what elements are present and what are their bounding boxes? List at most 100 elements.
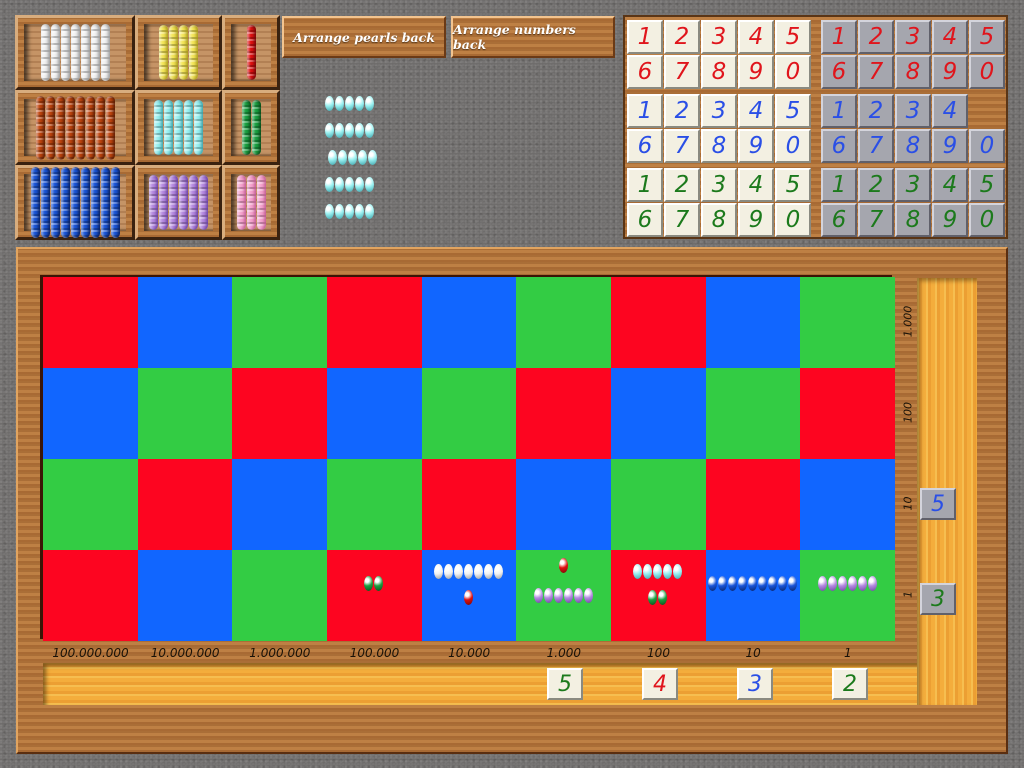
board-cell[interactable] <box>421 550 517 641</box>
bead-bin-brown[interactable] <box>15 90 135 165</box>
number-card-8[interactable]: 8 <box>701 203 737 237</box>
number-card-6[interactable]: 6 <box>627 129 663 163</box>
loose-bead-bar[interactable] <box>325 177 378 192</box>
bead-bin-white[interactable] <box>15 15 135 90</box>
number-card-5[interactable]: 5 <box>775 20 811 54</box>
number-card-8[interactable]: 8 <box>701 55 737 89</box>
board-cell[interactable] <box>705 459 801 550</box>
number-card-8[interactable]: 8 <box>895 203 931 237</box>
number-card-2[interactable]: 2 <box>664 168 700 202</box>
board-cell[interactable] <box>421 277 517 368</box>
board-cell[interactable] <box>232 550 327 641</box>
arrange-numbers-back-button[interactable]: Arrange numbers back <box>451 16 615 58</box>
board-cell[interactable] <box>800 459 895 550</box>
board-cell[interactable] <box>137 459 233 550</box>
bead-bin-dark-blue[interactable] <box>15 165 135 240</box>
bead-bar-1[interactable] <box>558 558 569 573</box>
board-cell[interactable] <box>421 368 517 459</box>
number-card-0[interactable]: 0 <box>969 55 1005 89</box>
board-cell[interactable] <box>326 277 422 368</box>
placed-card-2[interactable]: 2 <box>832 668 868 700</box>
board-cell[interactable] <box>800 277 895 368</box>
number-card-8[interactable]: 8 <box>895 55 931 89</box>
number-card-8[interactable]: 8 <box>701 129 737 163</box>
placed-card-5[interactable]: 5 <box>547 668 583 700</box>
number-card-7[interactable]: 7 <box>664 55 700 89</box>
board-cell[interactable] <box>516 368 611 459</box>
number-card-3[interactable]: 3 <box>701 94 737 128</box>
number-card-9[interactable]: 9 <box>738 129 774 163</box>
number-card-7[interactable]: 7 <box>858 129 894 163</box>
number-card-2[interactable]: 2 <box>858 94 894 128</box>
board-cell[interactable] <box>800 550 895 641</box>
bead-bar-6[interactable] <box>817 576 878 591</box>
number-card-9[interactable]: 9 <box>932 129 968 163</box>
number-card-5[interactable]: 5 <box>969 168 1005 202</box>
board-cell[interactable] <box>516 277 611 368</box>
number-card-2[interactable]: 2 <box>664 94 700 128</box>
number-card-9[interactable]: 9 <box>738 203 774 237</box>
board-cell[interactable] <box>516 459 611 550</box>
bead-bar-5[interactable] <box>633 564 683 579</box>
loose-bead-bar[interactable] <box>325 204 378 219</box>
number-card-6[interactable]: 6 <box>821 55 857 89</box>
number-card-4[interactable]: 4 <box>738 20 774 54</box>
bead-bin-yellow[interactable] <box>135 15 222 90</box>
bead-bar-7[interactable] <box>433 564 504 579</box>
number-card-9[interactable]: 9 <box>932 203 968 237</box>
placed-card-5[interactable]: 5 <box>920 488 956 520</box>
number-card-9[interactable]: 9 <box>932 55 968 89</box>
number-card-4[interactable]: 4 <box>932 168 968 202</box>
board-cell[interactable] <box>705 368 801 459</box>
board-cell[interactable] <box>232 459 327 550</box>
board-cell[interactable] <box>421 459 517 550</box>
number-card-5[interactable]: 5 <box>775 168 811 202</box>
number-card-3[interactable]: 3 <box>701 168 737 202</box>
bead-bin-light-blue[interactable] <box>135 90 222 165</box>
board-cell[interactable] <box>326 368 422 459</box>
board-cell[interactable] <box>610 277 706 368</box>
board-cell[interactable] <box>137 277 233 368</box>
number-card-1[interactable]: 1 <box>821 168 857 202</box>
number-card-1[interactable]: 1 <box>821 20 857 54</box>
number-card-2[interactable]: 2 <box>858 168 894 202</box>
board-cell[interactable] <box>43 550 138 641</box>
bead-bin-lavender[interactable] <box>135 165 222 240</box>
board-cell[interactable] <box>326 550 422 641</box>
board-cell[interactable] <box>326 459 422 550</box>
number-card-4[interactable]: 4 <box>932 94 968 128</box>
number-card-0[interactable]: 0 <box>775 55 811 89</box>
loose-bead-bar[interactable] <box>328 150 378 165</box>
bead-bin-pink[interactable] <box>222 165 280 240</box>
number-card-2[interactable]: 2 <box>664 20 700 54</box>
number-card-6[interactable]: 6 <box>627 203 663 237</box>
number-card-8[interactable]: 8 <box>895 129 931 163</box>
number-card-3[interactable]: 3 <box>701 20 737 54</box>
number-card-0[interactable]: 0 <box>969 203 1005 237</box>
board-cell[interactable] <box>232 277 327 368</box>
board-cell[interactable] <box>43 459 138 550</box>
number-card-7[interactable]: 7 <box>858 55 894 89</box>
number-card-3[interactable]: 3 <box>895 168 931 202</box>
bead-bin-red[interactable] <box>222 15 280 90</box>
board-cell[interactable] <box>800 368 895 459</box>
number-card-5[interactable]: 5 <box>775 94 811 128</box>
bead-bar-2[interactable] <box>648 590 668 605</box>
number-card-4[interactable]: 4 <box>932 20 968 54</box>
board-cell[interactable] <box>137 368 233 459</box>
bead-bar-2[interactable] <box>364 576 384 591</box>
number-card-2[interactable]: 2 <box>858 20 894 54</box>
placed-card-4[interactable]: 4 <box>642 668 678 700</box>
board-cell[interactable] <box>43 368 138 459</box>
number-card-5[interactable]: 5 <box>969 20 1005 54</box>
number-card-0[interactable]: 0 <box>775 129 811 163</box>
number-card-9[interactable]: 9 <box>738 55 774 89</box>
board-cell[interactable] <box>232 368 327 459</box>
number-card-6[interactable]: 6 <box>627 55 663 89</box>
bead-bar-1[interactable] <box>463 590 474 605</box>
number-card-3[interactable]: 3 <box>895 94 931 128</box>
number-card-1[interactable]: 1 <box>627 94 663 128</box>
number-card-4[interactable]: 4 <box>738 168 774 202</box>
board-cell[interactable] <box>137 550 233 641</box>
loose-bead-bar[interactable] <box>325 123 378 138</box>
